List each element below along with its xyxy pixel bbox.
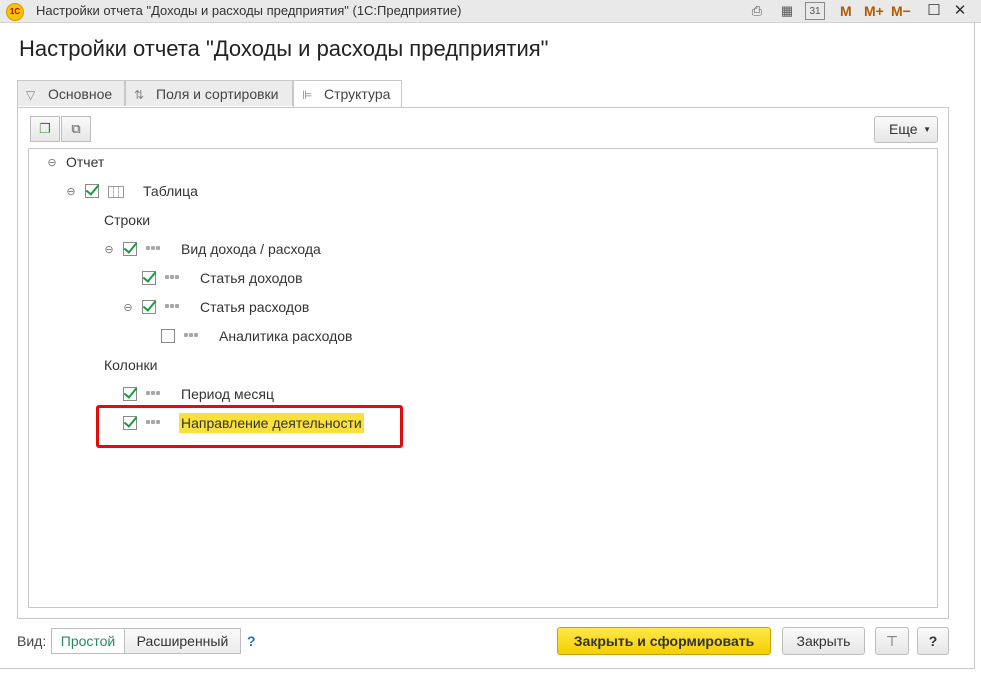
calculator-icon[interactable]: ▦ bbox=[778, 2, 796, 20]
fields-sort-icon: ⇅ bbox=[134, 88, 145, 102]
tree-node-period-month[interactable]: Период месяц bbox=[181, 383, 274, 405]
tab-structure-label: Структура bbox=[324, 86, 391, 102]
page-title: Настройки отчета "Доходы и расходы предп… bbox=[19, 36, 549, 61]
window-title-bar: 1С Настройки отчета "Доходы и расходы пр… bbox=[0, 0, 981, 23]
collapse-icon[interactable]: ⊖ bbox=[123, 303, 133, 314]
field-icon bbox=[165, 275, 181, 281]
structure-icon: ⊫ bbox=[302, 88, 313, 102]
view-extended-button[interactable]: Расширенный bbox=[124, 628, 241, 654]
collapse-icon[interactable]: ⊖ bbox=[66, 187, 76, 198]
tree-node-label: Колонки bbox=[104, 357, 158, 373]
more-button-label: Еще bbox=[889, 121, 918, 137]
tab-main[interactable]: ▽ Основное bbox=[17, 80, 125, 106]
tree-node-columns[interactable]: Колонки bbox=[104, 354, 157, 376]
close-button[interactable]: Закрыть bbox=[782, 627, 865, 655]
view-label: Вид: bbox=[17, 633, 47, 649]
field-icon bbox=[165, 304, 181, 310]
filter-icon: ▽ bbox=[26, 88, 36, 102]
filter-settings-button[interactable]: ⊤ bbox=[875, 627, 909, 655]
tree-node-label: Строки bbox=[104, 212, 151, 228]
tree-node-label: Статья доходов bbox=[200, 270, 303, 286]
collapse-icon[interactable]: ⊖ bbox=[47, 158, 57, 169]
field-icon bbox=[146, 246, 162, 252]
app-logo-icon: 1С bbox=[6, 3, 24, 21]
tree-node-income-expense-type[interactable]: Вид дохода / расхода bbox=[181, 238, 321, 260]
structure-tree[interactable]: ⊖ Отчет ⊖ Таблица Строки ⊖ Вид дохода / … bbox=[28, 148, 938, 608]
income-item-checkbox[interactable] bbox=[142, 271, 156, 285]
chevron-down-icon: ▼ bbox=[923, 125, 931, 134]
tree-node-label: Отчет bbox=[66, 154, 105, 170]
filter-icon: ⊤ bbox=[885, 633, 899, 649]
print-icon[interactable]: ⎙ bbox=[748, 2, 766, 20]
annotation-highlight-box bbox=[96, 405, 403, 448]
close-and-generate-button[interactable]: Закрыть и сформировать bbox=[557, 627, 771, 655]
table-icon bbox=[108, 186, 124, 198]
tree-node-rows[interactable]: Строки bbox=[104, 209, 150, 231]
period-month-checkbox[interactable] bbox=[123, 387, 137, 401]
tab-fields-sort-label: Поля и сортировки bbox=[156, 86, 279, 102]
check-all-button[interactable]: ❐ bbox=[30, 116, 60, 142]
income-expense-type-checkbox[interactable] bbox=[123, 242, 137, 256]
tab-fields-sort[interactable]: ⇅ Поля и сортировки bbox=[125, 80, 293, 106]
field-icon bbox=[146, 391, 162, 397]
close-window-icon[interactable]: ✕ bbox=[950, 1, 970, 21]
tree-node-expense-item[interactable]: Статья расходов bbox=[200, 296, 309, 318]
copy-button[interactable]: ⧉ bbox=[61, 116, 91, 142]
view-help-link[interactable]: ? bbox=[247, 633, 256, 649]
tree-node-expense-analytics[interactable]: Аналитика расходов bbox=[219, 325, 352, 347]
tree-node-income-item[interactable]: Статья доходов bbox=[200, 267, 303, 289]
view-simple-button[interactable]: Простой bbox=[51, 628, 125, 654]
tree-node-label: Период месяц bbox=[181, 386, 275, 402]
window-title: Настройки отчета "Доходы и расходы предп… bbox=[36, 3, 462, 18]
copy-icon: ⧉ bbox=[71, 121, 81, 136]
calendar-icon[interactable]: 31 bbox=[805, 2, 825, 20]
expense-item-checkbox[interactable] bbox=[142, 300, 156, 314]
check-all-icon: ❐ bbox=[39, 121, 51, 136]
maximize-icon[interactable]: ☐ bbox=[924, 1, 944, 21]
collapse-icon[interactable]: ⊖ bbox=[104, 245, 114, 256]
field-icon bbox=[184, 333, 200, 339]
tree-node-label: Таблица bbox=[143, 183, 198, 199]
tree-node-label: Вид дохода / расхода bbox=[181, 241, 321, 257]
expense-analytics-checkbox[interactable] bbox=[161, 329, 175, 343]
tree-node-label: Статья расходов bbox=[200, 299, 310, 315]
help-button[interactable]: ? bbox=[917, 627, 949, 655]
table-checkbox[interactable] bbox=[85, 184, 99, 198]
memory-minus-button[interactable]: M− bbox=[891, 1, 911, 21]
memory-m-button[interactable]: M bbox=[840, 1, 852, 21]
tree-node-label: Аналитика расходов bbox=[219, 328, 353, 344]
more-button[interactable]: Еще ▼ bbox=[874, 116, 938, 143]
tab-main-label: Основное bbox=[48, 86, 113, 102]
tree-node-table[interactable]: Таблица bbox=[143, 180, 198, 202]
memory-plus-button[interactable]: M+ bbox=[864, 1, 884, 21]
tree-node-report[interactable]: Отчет bbox=[66, 151, 104, 173]
tab-structure[interactable]: ⊫ Структура bbox=[293, 80, 402, 108]
